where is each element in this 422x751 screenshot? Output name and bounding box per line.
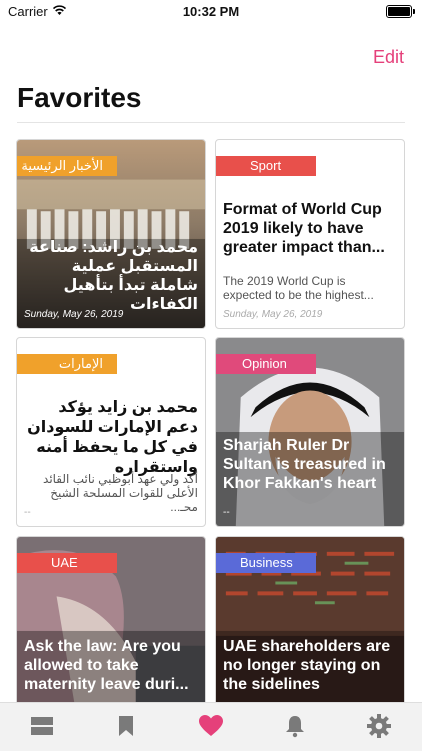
card-headline: Sharjah Ruler Dr Sultan is treasured in … — [223, 437, 386, 492]
category-tag: Business — [216, 553, 316, 573]
card-headline: Ask the law: Are you allowed to take mat… — [24, 638, 189, 693]
news-card[interactable]: الأخبار الرئيسية محمد بن راشد: صناعة الم… — [16, 139, 206, 329]
bookmark-icon[interactable] — [113, 713, 139, 739]
card-headline: UAE shareholders are no longer staying o… — [223, 638, 391, 693]
bell-icon[interactable] — [282, 713, 308, 739]
news-card[interactable]: Business UAE shareholders are no longer … — [215, 536, 405, 716]
card-date: -- — [24, 507, 31, 518]
page-title: Favorites — [17, 82, 142, 113]
category-tag: الأخبار الرئيسية — [17, 156, 117, 176]
news-card[interactable]: UAE Ask the law: Are you allowed to take… — [16, 536, 206, 716]
category-tag: Opinion — [216, 354, 316, 374]
edit-button[interactable]: Edit — [373, 47, 404, 68]
card-headline: محمد بن زايد يؤكد دعم الإمارات للسودان ف… — [27, 399, 198, 476]
header-divider — [17, 122, 405, 123]
card-date: -- — [223, 507, 230, 518]
news-card[interactable]: الإمارات محمد بن زايد يؤكد دعم الإمارات … — [16, 337, 206, 527]
heart-icon[interactable] — [198, 713, 224, 739]
card-date: Sunday, May 26, 2019 — [223, 309, 323, 320]
card-excerpt: أكد ولي عهد أبوظبي نائب القائد الأعلى لل… — [43, 472, 198, 514]
news-feed-icon[interactable] — [29, 713, 55, 739]
clock: 10:32 PM — [182, 4, 240, 19]
card-excerpt: The 2019 World Cup is expected to be the… — [223, 274, 374, 302]
category-tag: الإمارات — [17, 354, 117, 374]
gear-icon[interactable] — [366, 713, 392, 739]
news-card[interactable]: Sport Format of World Cup 2019 likely to… — [215, 139, 405, 329]
status-bar: Carrier 10:32 PM — [0, 0, 422, 22]
card-headline: محمد بن راشد: صناعة المستقبل عملية شاملة… — [29, 239, 198, 313]
tab-bar — [0, 702, 422, 751]
card-date: Sunday, May 26, 2019 — [24, 309, 124, 320]
category-tag: Sport — [216, 156, 316, 176]
news-card[interactable]: Opinion Sharjah Ruler Dr Sultan is treas… — [215, 337, 405, 527]
battery-icon — [386, 5, 415, 18]
category-tag: UAE — [17, 553, 117, 573]
card-headline: Format of World Cup 2019 likely to have … — [223, 201, 385, 256]
